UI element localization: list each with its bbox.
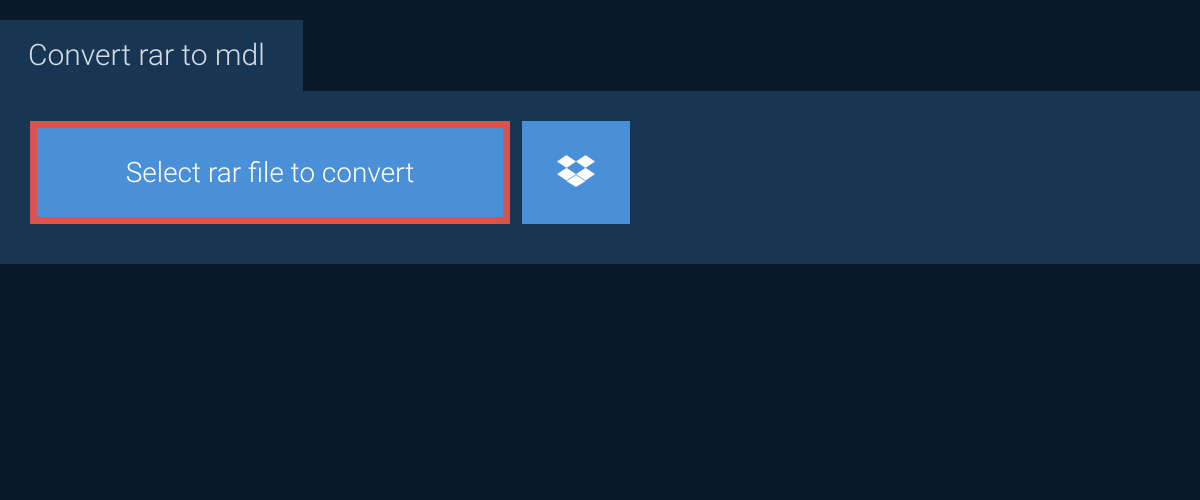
- tab-title: Convert rar to mdl: [28, 38, 265, 73]
- tab-bar: Convert rar to mdl: [0, 0, 1200, 91]
- tab-convert-rar-to-mdl[interactable]: Convert rar to mdl: [0, 20, 303, 91]
- convert-panel: Select rar file to convert: [0, 91, 1200, 264]
- dropbox-button[interactable]: [522, 121, 630, 224]
- dropbox-icon: [557, 152, 595, 194]
- button-row: Select rar file to convert: [30, 121, 1170, 224]
- select-file-button[interactable]: Select rar file to convert: [30, 121, 510, 224]
- select-file-label: Select rar file to convert: [126, 156, 415, 189]
